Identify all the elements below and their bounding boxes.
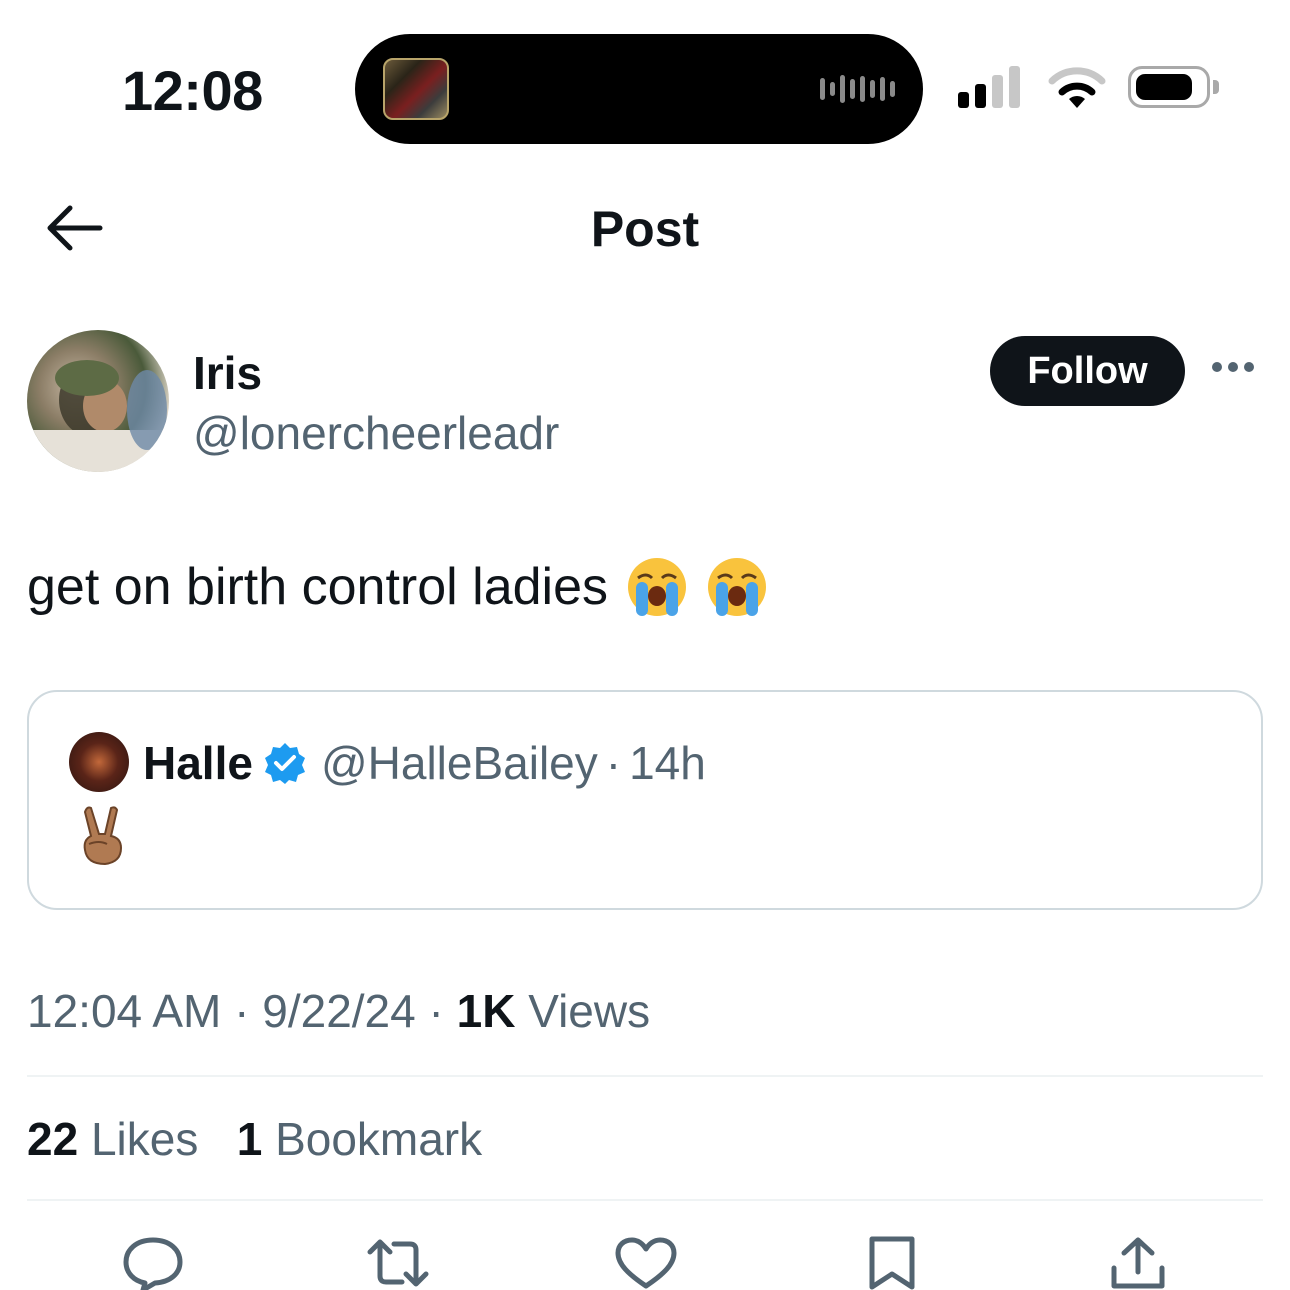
like-icon[interactable] <box>614 1236 678 1290</box>
author-avatar[interactable] <box>27 330 169 472</box>
battery-icon <box>1128 66 1219 108</box>
separator-dot: · <box>234 985 250 1037</box>
audio-waveform-icon <box>820 74 895 104</box>
author-handle[interactable]: @lonercheerleadr <box>193 406 559 460</box>
quoted-post-header: Halle @HalleBailey · 14h <box>143 732 706 794</box>
quoted-author-name: Halle <box>143 737 253 789</box>
quoted-post-time: 14h <box>629 737 706 789</box>
post-text-content: get on birth control ladies <box>27 558 609 616</box>
separator-dot: · <box>428 985 444 1037</box>
quoted-post[interactable]: Halle @HalleBailey · 14h <box>27 690 1263 910</box>
bookmark-icon[interactable] <box>860 1236 924 1290</box>
now-playing-artwork <box>383 58 449 120</box>
share-icon[interactable] <box>1106 1236 1170 1290</box>
loudly-crying-face-icon <box>628 558 687 616</box>
dynamic-island[interactable] <box>355 34 923 144</box>
more-options-icon[interactable] <box>1212 362 1254 372</box>
bookmarks-stat[interactable]: 1 Bookmark <box>237 1113 482 1165</box>
post-text: get on birth control ladies <box>27 556 768 618</box>
quoted-author-handle: @HalleBailey <box>320 737 598 789</box>
post-stats: 22 Likes 1 Bookmark <box>27 1112 482 1166</box>
quoted-author-avatar <box>69 732 129 792</box>
divider <box>27 1075 1263 1077</box>
wifi-icon <box>1048 67 1106 108</box>
post-date: 9/22/24 <box>262 985 416 1037</box>
divider <box>27 1199 1263 1201</box>
separator-dot: · <box>605 737 622 789</box>
victory-hand-icon <box>83 806 123 866</box>
bookmarks-label: Bookmark <box>275 1113 483 1165</box>
likes-stat[interactable]: 22 Likes <box>27 1113 198 1165</box>
status-time: 12:08 <box>122 59 263 122</box>
post-meta: 12:04 AM · 9/22/24 · 1K Views <box>27 984 650 1038</box>
bookmarks-count: 1 <box>236 1113 263 1165</box>
author-name[interactable]: Iris <box>193 346 262 400</box>
follow-button[interactable]: Follow <box>990 336 1185 406</box>
likes-label: Likes <box>90 1113 199 1165</box>
views-count[interactable]: 1K <box>457 985 516 1037</box>
cellular-signal-icon <box>958 66 1020 108</box>
post-time: 12:04 AM <box>27 985 222 1037</box>
views-label[interactable]: Views <box>528 985 650 1037</box>
page-title: Post <box>590 201 700 257</box>
loudly-crying-face-icon <box>708 558 767 616</box>
verified-badge-icon <box>264 743 305 784</box>
repost-icon[interactable] <box>366 1236 430 1290</box>
reply-icon[interactable] <box>121 1236 185 1290</box>
likes-count: 22 <box>27 1113 79 1165</box>
